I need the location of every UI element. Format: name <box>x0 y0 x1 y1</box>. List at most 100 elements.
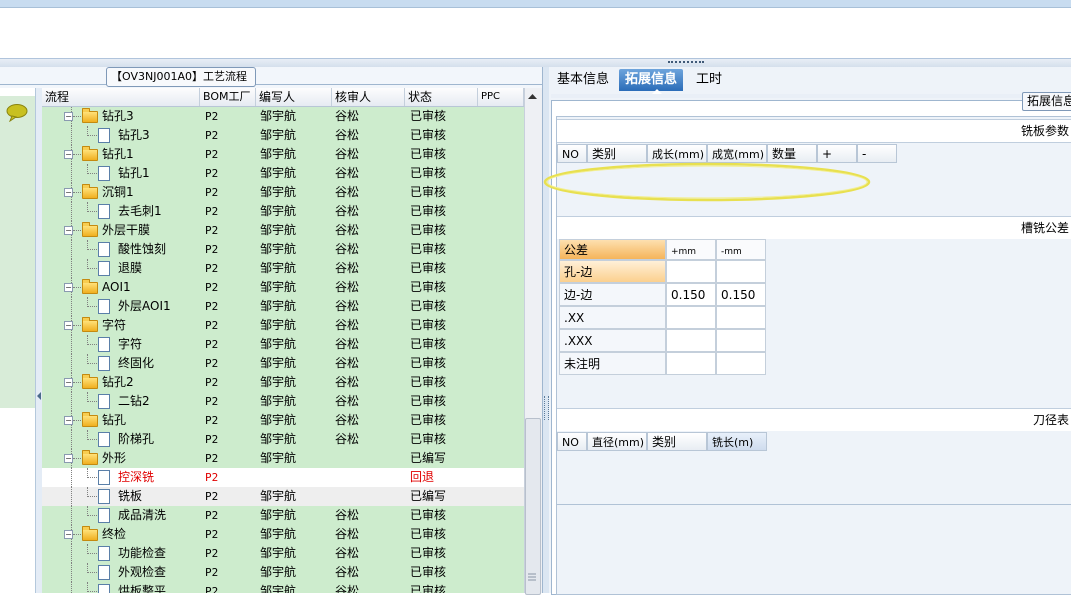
tree-node-label: 字符 <box>102 318 127 332</box>
tree-item-row[interactable]: 去毛刺1 P2 邹宇航 谷松 已审核 <box>42 202 524 221</box>
tolerance-plus-input[interactable] <box>666 306 716 329</box>
tree-expand-toggle-icon[interactable]: − <box>64 112 73 121</box>
tree-expand-toggle-icon[interactable]: − <box>64 226 73 235</box>
tolerance-minus-input[interactable] <box>716 352 766 375</box>
writer-cell: 邹宇航 <box>260 166 297 180</box>
mill-remove-button[interactable]: - <box>857 144 897 163</box>
tree-item-row[interactable]: 字符 P2 邹宇航 谷松 已审核 <box>42 335 524 354</box>
collapse-left-icon[interactable] <box>37 392 41 400</box>
writer-cell: 邹宇航 <box>260 546 297 560</box>
tolerance-minus-input[interactable] <box>716 260 766 283</box>
scroll-up-icon[interactable] <box>524 90 541 102</box>
tree-item-row[interactable]: 酸性蚀刻 P2 邹宇航 谷松 已审核 <box>42 240 524 259</box>
cutter-col-mill-length[interactable]: 铣长(m) <box>707 432 767 451</box>
tolerance-plus-input[interactable] <box>666 329 716 352</box>
tree-expand-toggle-icon[interactable]: − <box>64 188 73 197</box>
tolerance-header-plus: +mm <box>666 239 716 260</box>
cutter-col-diameter[interactable]: 直径(mm) <box>587 432 647 451</box>
tree-item-row[interactable]: 终固化 P2 邹宇航 谷松 已审核 <box>42 354 524 373</box>
tree-expand-toggle-icon[interactable]: − <box>64 530 73 539</box>
tolerance-minus-input[interactable] <box>716 306 766 329</box>
tree-expand-toggle-icon[interactable]: − <box>64 378 73 387</box>
folder-icon <box>82 184 98 199</box>
status-cell: 已审核 <box>410 128 447 142</box>
writer-cell: 邹宇航 <box>260 337 297 351</box>
mill-col-quantity[interactable]: 数量 <box>767 144 817 163</box>
tree-item-row[interactable]: 功能检查 P2 邹宇航 谷松 已审核 <box>42 544 524 563</box>
bom-factory-cell: P2 <box>205 129 219 142</box>
mill-add-button[interactable]: + <box>817 144 857 163</box>
tolerance-minus-input[interactable]: 0.150 <box>716 283 766 306</box>
tab-work-hours[interactable]: 工时 <box>690 69 728 91</box>
tree-item-row[interactable]: 成品清洗 P2 邹宇航 谷松 已审核 <box>42 506 524 525</box>
tolerance-header-label: 公差 <box>559 239 666 260</box>
tree-folder-row[interactable]: − 外层干膜 P2 邹宇航 谷松 已审核 <box>42 221 524 240</box>
tree-guide-line <box>71 126 72 145</box>
process-flow-title: 【OV3NJ001A0】工艺流程 <box>106 67 256 87</box>
tree-item-row[interactable]: 退膜 P2 邹宇航 谷松 已审核 <box>42 259 524 278</box>
cutter-col-category[interactable]: 类别 <box>647 432 707 451</box>
tolerance-minus-input[interactable] <box>716 329 766 352</box>
tree-expand-toggle-icon[interactable]: − <box>64 283 73 292</box>
writer-cell: 邹宇航 <box>260 318 297 332</box>
tree-folder-row[interactable]: − 字符 P2 邹宇航 谷松 已审核 <box>42 316 524 335</box>
status-cell: 已审核 <box>410 280 447 294</box>
tree-item-row[interactable]: 外观检查 P2 邹宇航 谷松 已审核 <box>42 563 524 582</box>
tree-guide-line <box>71 487 72 506</box>
column-header-flow[interactable]: 流程 <box>42 88 200 106</box>
tree-item-row[interactable]: 钻孔3 P2 邹宇航 谷松 已审核 <box>42 126 524 145</box>
tree-folder-row[interactable]: − AOI1 P2 邹宇航 谷松 已审核 <box>42 278 524 297</box>
tolerance-plus-input[interactable] <box>666 260 716 283</box>
tree-branch-line <box>88 515 97 516</box>
tree-item-row[interactable]: 阶梯孔 P2 邹宇航 谷松 已审核 <box>42 430 524 449</box>
writer-cell: 邹宇航 <box>260 432 297 446</box>
cutter-col-no[interactable]: NO <box>557 432 587 451</box>
chat-bubble-icon[interactable] <box>6 104 28 123</box>
mill-col-category[interactable]: 类别 <box>587 144 647 163</box>
column-header-writer[interactable]: 编写人 <box>256 88 332 106</box>
tree-expand-toggle-icon[interactable]: − <box>64 416 73 425</box>
reviewer-cell: 谷松 <box>335 546 360 560</box>
tree-expand-toggle-icon[interactable]: − <box>64 454 73 463</box>
tree-node-label: 酸性蚀刻 <box>118 242 167 256</box>
tree-folder-row[interactable]: − 钻孔2 P2 邹宇航 谷松 已审核 <box>42 373 524 392</box>
tree-expand-toggle-icon[interactable]: − <box>64 321 73 330</box>
tree-expand-toggle-icon[interactable]: − <box>64 150 73 159</box>
tree-item-row[interactable]: 二钻2 P2 邹宇航 谷松 已审核 <box>42 392 524 411</box>
tree-folder-row[interactable]: − 终检 P2 邹宇航 谷松 已审核 <box>42 525 524 544</box>
extended-info-button[interactable]: 拓展信息 <box>1022 92 1071 111</box>
column-header-reviewer[interactable]: 核审人 <box>332 88 405 106</box>
tree-folder-row[interactable]: − 钻孔1 P2 邹宇航 谷松 已审核 <box>42 145 524 164</box>
bom-factory-cell: P2 <box>205 262 219 275</box>
tab-extended-info[interactable]: 拓展信息 <box>619 69 684 91</box>
detail-top-band <box>551 94 1071 98</box>
tree-node-label: 钻孔3 <box>118 128 150 142</box>
bom-factory-cell: P2 <box>205 414 219 427</box>
mill-col-no[interactable]: NO <box>557 144 587 163</box>
scrollbar-thumb[interactable] <box>525 418 541 595</box>
tree-folder-row[interactable]: − 外形 P2 邹宇航 已编写 <box>42 449 524 468</box>
mill-col-width[interactable]: 成宽(mm) <box>707 144 767 163</box>
tolerance-plus-input[interactable]: 0.150 <box>666 283 716 306</box>
reviewer-cell: 谷松 <box>335 508 360 522</box>
column-header-bom[interactable]: BOM工厂 <box>200 88 256 106</box>
tree-item-row[interactable]: 外层AOI1 P2 邹宇航 谷松 已审核 <box>42 297 524 316</box>
mill-col-length[interactable]: 成长(mm) <box>647 144 707 163</box>
reviewer-cell: 谷松 <box>335 318 360 332</box>
writer-cell: 邹宇航 <box>260 413 297 427</box>
tree-item-row[interactable]: 控深铣 P2 回退 <box>42 468 524 487</box>
tree-item-row[interactable]: 铣板 P2 邹宇航 已编写 <box>42 487 524 506</box>
reviewer-cell: 谷松 <box>335 204 360 218</box>
status-cell: 已编写 <box>410 489 447 503</box>
tree-folder-row[interactable]: − 沉铜1 P2 邹宇航 谷松 已审核 <box>42 183 524 202</box>
tab-basic-info[interactable]: 基本信息 <box>551 69 615 91</box>
column-header-status[interactable]: 状态 <box>405 88 478 106</box>
tree-folder-row[interactable]: − 钻孔 P2 邹宇航 谷松 已审核 <box>42 411 524 430</box>
tolerance-row-label: .XX <box>559 306 666 329</box>
tolerance-plus-input[interactable] <box>666 352 716 375</box>
tree-item-row[interactable]: 钻孔1 P2 邹宇航 谷松 已审核 <box>42 164 524 183</box>
tree-item-row[interactable]: 烘板整平 P2 邹宇航 谷松 已审核 <box>42 582 524 593</box>
tree-folder-row[interactable]: − 钻孔3 P2 邹宇航 谷松 已审核 <box>42 107 524 126</box>
tree-node-label: 钻孔1 <box>118 166 150 180</box>
column-header-ppc[interactable]: PPC <box>478 88 524 106</box>
